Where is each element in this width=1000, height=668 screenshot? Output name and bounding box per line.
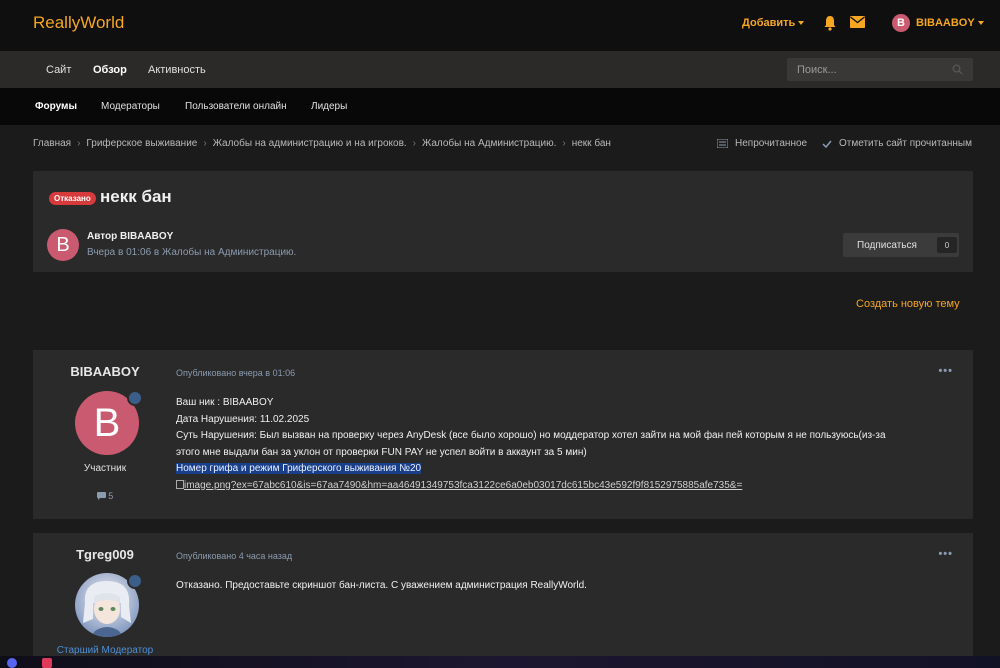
image-link-text[interactable]: image.png?ex=67abc610&is=67aa7490&hm=aa4… (184, 480, 742, 491)
page-title: некк бан (100, 187, 172, 206)
site-header: ReallyWorld Добавить B BIBAABOY (0, 0, 1000, 51)
rank-badge-icon (127, 390, 143, 406)
list-icon (717, 139, 728, 148)
tab-online-users[interactable]: Пользователи онлайн (185, 101, 287, 112)
broken-image-icon (176, 479, 184, 489)
secondary-nav: Форумы Модераторы Пользователи онлайн Ли… (0, 88, 1000, 125)
new-topic-button[interactable]: Создать новую тему (856, 298, 960, 310)
status-badge: Отказано (49, 192, 96, 205)
post-line: Отказано. Предоставьте скриншот бан-лист… (176, 580, 587, 591)
post-content: Отказано. Предоставьте скриншот бан-лист… (176, 578, 966, 595)
nav-site[interactable]: Сайт (46, 64, 71, 76)
post-line: Дата Нарушения: 11.02.2025 (176, 413, 310, 425)
tab-leaders[interactable]: Лидеры (311, 101, 347, 112)
post-date[interactable]: Опубликовано вчера в 01:06 (176, 368, 295, 378)
comment-icon (96, 492, 106, 500)
avatar: B (892, 14, 910, 32)
nav-overview[interactable]: Обзор (93, 64, 127, 76)
app-icon[interactable] (42, 658, 52, 668)
post-count: 5 (33, 491, 177, 501)
breadcrumb-item[interactable]: Жалобы на Администрацию. (422, 138, 556, 149)
author-role: Участник (83, 463, 127, 474)
chevron-right-icon: › (562, 138, 566, 149)
post: BIBAABOY B Участник 5 Опубликовано вчера… (33, 350, 973, 519)
nav-activity[interactable]: Активность (148, 64, 206, 76)
mark-read-label: Отметить сайт прочитанным (839, 138, 972, 149)
site-logo[interactable]: ReallyWorld (33, 13, 124, 33)
breadcrumb: Главная › Гриферское выживание › Жалобы … (33, 138, 611, 149)
chevron-right-icon: › (412, 138, 417, 149)
search-box[interactable] (787, 58, 973, 81)
taskbar (0, 656, 1000, 668)
chevron-down-icon (977, 21, 984, 25)
breadcrumb-item[interactable]: Гриферское выживание (86, 138, 197, 149)
follow-count: 0 (937, 237, 957, 253)
author-role: Старший Модератор (56, 645, 154, 656)
search-icon[interactable] (952, 64, 963, 75)
more-options-icon[interactable]: ••• (938, 365, 953, 377)
more-options-icon[interactable]: ••• (938, 548, 953, 560)
breadcrumb-item[interactable]: Жалобы на администрацию и на игроков. (213, 138, 407, 149)
breadcrumb-item[interactable]: Главная (33, 138, 71, 149)
chevron-right-icon: › (77, 138, 81, 149)
avatar[interactable]: B (47, 229, 79, 261)
add-label: Добавить (742, 17, 796, 29)
topic-author[interactable]: Автор BIBAABOY (87, 231, 173, 242)
unread-label: Непрочитанное (735, 138, 808, 149)
post-line: Ваш ник : BIBAABOY (176, 397, 274, 408)
follow-label: Подписаться (857, 239, 917, 251)
post: Tgreg009 Старший Модератор Опубликовано … (33, 533, 973, 668)
post-line: Суть Нарушения: Был вызван на проверку ч… (176, 430, 886, 441)
discord-icon[interactable] (7, 658, 17, 668)
mark-read-link[interactable]: Отметить сайт прочитанным (822, 138, 972, 149)
tab-moderators[interactable]: Модераторы (101, 101, 160, 112)
rank-badge-icon (127, 573, 143, 589)
chevron-right-icon: › (203, 138, 207, 149)
post-date[interactable]: Опубликовано 4 часа назад (176, 551, 292, 561)
bell-icon[interactable] (823, 15, 837, 31)
check-icon (822, 140, 832, 148)
add-dropdown[interactable]: Добавить (742, 17, 805, 29)
topic-header: Отказано некк бан B Автор BIBAABOY Вчера… (33, 171, 973, 272)
highlighted-text: Номер грифа и режим Гриферского выживани… (176, 463, 422, 474)
post-author[interactable]: Tgreg009 (33, 547, 177, 562)
topic-meta: Вчера в 01:06 в Жалобы на Администрацию. (87, 247, 297, 258)
search-input[interactable] (787, 58, 947, 81)
tab-forums[interactable]: Форумы (35, 101, 77, 112)
image-link[interactable]: image.png?ex=67abc610&is=67aa7490&hm=aa4… (176, 478, 966, 495)
post-line: этого мне выдали бан за уклон от проверк… (176, 446, 587, 458)
post-count-value: 5 (108, 491, 114, 501)
post-author[interactable]: BIBAABOY (33, 364, 177, 379)
mail-icon[interactable] (850, 16, 865, 28)
chevron-down-icon (798, 21, 805, 26)
unread-link[interactable]: Непрочитанное (717, 138, 807, 149)
post-content: Ваш ник : BIBAABOY Дата Нарушения: 11.02… (176, 395, 966, 494)
follow-button[interactable]: Подписаться 0 (843, 233, 959, 257)
user-menu[interactable]: B BIBAABOY (892, 14, 984, 32)
username: BIBAABOY (916, 17, 975, 29)
breadcrumb-item[interactable]: некк бан (572, 138, 611, 149)
